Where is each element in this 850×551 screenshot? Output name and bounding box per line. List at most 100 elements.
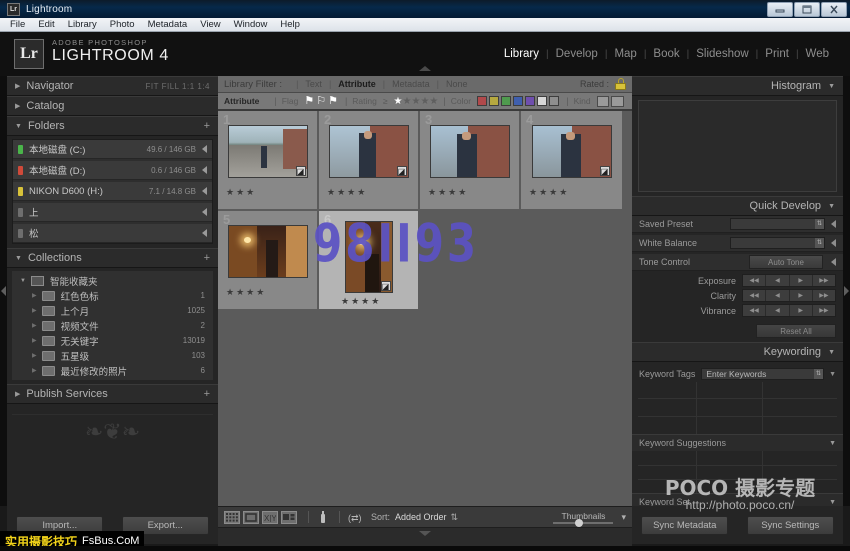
toolbar-options-caret-icon[interactable]: ▾: [621, 512, 626, 523]
menu-item-window[interactable]: Window: [234, 19, 268, 30]
cell-rating[interactable]: ★★★★: [341, 296, 381, 307]
color-swatch-red[interactable]: [477, 96, 487, 106]
panel-header-folders[interactable]: ▼ Folders +: [7, 116, 218, 136]
exposure-increase[interactable]: ▶: [790, 275, 813, 286]
color-swatch-yellow[interactable]: [489, 96, 499, 106]
cell-rating[interactable]: ★★★: [226, 187, 256, 198]
survey-view-icon[interactable]: [281, 511, 297, 524]
keyword-input[interactable]: Enter Keywords⇅: [701, 368, 824, 380]
module-slideshow[interactable]: Slideshow: [689, 48, 755, 60]
tone-control-arrow-icon[interactable]: [831, 258, 836, 266]
collection-row[interactable]: ▶ 视频文件 2: [12, 318, 213, 333]
add-publish-service-icon[interactable]: +: [204, 388, 210, 400]
sort-az-icon[interactable]: (⇄): [348, 511, 368, 524]
keyword-options-caret-icon[interactable]: ▼: [829, 371, 836, 378]
thumbnail-size-slider[interactable]: Thumbnails: [553, 511, 613, 524]
auto-tone-button[interactable]: Auto Tone: [749, 255, 823, 269]
rating-star-1[interactable]: ★: [394, 96, 403, 107]
exposure-decrease[interactable]: ◀: [766, 275, 789, 286]
menu-item-view[interactable]: View: [200, 19, 220, 30]
grid-cell[interactable]: 3 ★★★★: [420, 111, 521, 211]
rating-star-2[interactable]: ★: [403, 96, 412, 107]
collection-row[interactable]: ▶ 最近修改的照片 6: [12, 363, 213, 378]
flag-pick-icon[interactable]: ⚑: [304, 96, 314, 107]
clarity-stepper[interactable]: ◀◀ ◀ ▶ ▶▶: [742, 289, 836, 302]
rating-operator[interactable]: ≥: [383, 96, 388, 106]
reset-all-button[interactable]: Reset All: [756, 324, 836, 338]
minimize-button[interactable]: [767, 2, 793, 17]
folder-expand-icon[interactable]: [202, 229, 207, 237]
color-swatch-blue[interactable]: [513, 96, 523, 106]
lock-icon[interactable]: [615, 78, 626, 90]
saved-preset-dropdown[interactable]: ⇅: [730, 218, 825, 230]
collection-row[interactable]: ▶ 五星级 103: [12, 348, 213, 363]
sort-dropdown-icon[interactable]: ⇅: [451, 512, 459, 523]
clarity-increase-large[interactable]: ▶▶: [813, 290, 835, 301]
maximize-button[interactable]: [794, 2, 820, 17]
cell-rating[interactable]: ★★★★: [428, 187, 468, 198]
loupe-view-icon[interactable]: [243, 511, 259, 524]
filter-tab-metadata[interactable]: Metadata: [385, 79, 437, 89]
flag-reject-icon[interactable]: ⚑: [328, 96, 338, 107]
close-button[interactable]: [821, 2, 847, 17]
filter-tab-attribute[interactable]: Attribute: [331, 79, 383, 89]
vibrance-increase[interactable]: ▶: [790, 305, 813, 316]
left-panel-edge[interactable]: [0, 76, 7, 506]
clarity-decrease-large[interactable]: ◀◀: [743, 290, 766, 301]
exposure-stepper[interactable]: ◀◀ ◀ ▶ ▶▶: [742, 274, 836, 287]
compare-view-icon[interactable]: X|Y: [262, 511, 278, 524]
grid-cell-selected[interactable]: 6 ◪ ★★★★: [319, 211, 420, 311]
color-swatch-gray[interactable]: [549, 96, 559, 106]
grid-cell[interactable]: 4 ◪ ★★★★: [521, 111, 622, 211]
menu-item-photo[interactable]: Photo: [110, 19, 135, 30]
vibrance-stepper[interactable]: ◀◀ ◀ ▶ ▶▶: [742, 304, 836, 317]
folder-expand-icon[interactable]: [202, 145, 207, 153]
saved-preset-arrow-icon[interactable]: [831, 220, 836, 228]
module-map[interactable]: Map: [607, 48, 643, 60]
white-balance-arrow-icon[interactable]: [831, 239, 836, 247]
clarity-increase[interactable]: ▶: [790, 290, 813, 301]
rating-star-3[interactable]: ★: [411, 96, 420, 107]
menu-item-file[interactable]: File: [10, 19, 25, 30]
folder-row[interactable]: 松: [13, 224, 212, 243]
sync-settings-button[interactable]: Sync Settings: [747, 516, 834, 535]
panel-header-navigator[interactable]: ▶ Navigator FIT FILL 1:1 1:4: [7, 76, 218, 96]
crop-badge-icon[interactable]: ◪: [600, 166, 610, 176]
panel-header-histogram[interactable]: Histogram ▼: [632, 76, 843, 96]
folder-expand-icon[interactable]: [202, 166, 207, 174]
folder-expand-icon[interactable]: [202, 187, 207, 195]
sort-value[interactable]: Added Order: [395, 512, 447, 522]
navigator-zoom-modes[interactable]: FIT FILL 1:1 1:4: [146, 82, 210, 91]
header-collapse-arrow-icon[interactable]: [419, 66, 431, 71]
menu-item-edit[interactable]: Edit: [38, 19, 54, 30]
clarity-decrease[interactable]: ◀: [766, 290, 789, 301]
kind-virtual-copy-icon[interactable]: [611, 96, 624, 107]
folder-row[interactable]: 上: [13, 203, 212, 222]
menu-item-metadata[interactable]: Metadata: [148, 19, 188, 30]
add-collection-icon[interactable]: +: [204, 252, 210, 264]
panel-header-publish-services[interactable]: ▶ Publish Services +: [7, 384, 218, 404]
right-panel-edge[interactable]: [843, 76, 850, 506]
folder-row[interactable]: 本地磁盘 (D:) 0.6 / 146 GB: [13, 161, 212, 180]
cell-rating[interactable]: ★★★★: [529, 187, 569, 198]
module-book[interactable]: Book: [646, 48, 686, 60]
exposure-decrease-large[interactable]: ◀◀: [743, 275, 766, 286]
photo-thumbnail[interactable]: ◪: [532, 125, 612, 178]
collection-group-row[interactable]: ▼ 智能收藏夹: [12, 273, 213, 288]
menu-item-help[interactable]: Help: [280, 19, 300, 30]
panel-header-quick-develop[interactable]: Quick Develop ▼: [632, 196, 843, 216]
photo-thumbnail[interactable]: [228, 225, 308, 278]
module-web[interactable]: Web: [799, 48, 836, 60]
filmstrip-collapse-arrow-icon[interactable]: [419, 531, 431, 536]
cell-rating[interactable]: ★★★★: [226, 287, 266, 298]
slider-track[interactable]: [553, 522, 613, 524]
folder-row[interactable]: 本地磁盘 (C:) 49.6 / 146 GB: [13, 140, 212, 159]
module-develop[interactable]: Develop: [549, 48, 605, 60]
grid-view-icon[interactable]: [224, 511, 240, 524]
rating-star-4[interactable]: ★: [420, 96, 429, 107]
grid-cell[interactable]: 5 ★★★★: [218, 211, 319, 311]
menu-item-library[interactable]: Library: [68, 19, 97, 30]
collection-row[interactable]: ▶ 上个月 1025: [12, 303, 213, 318]
photo-thumbnail[interactable]: ◪: [329, 125, 409, 178]
filter-tab-none[interactable]: None: [439, 79, 475, 89]
